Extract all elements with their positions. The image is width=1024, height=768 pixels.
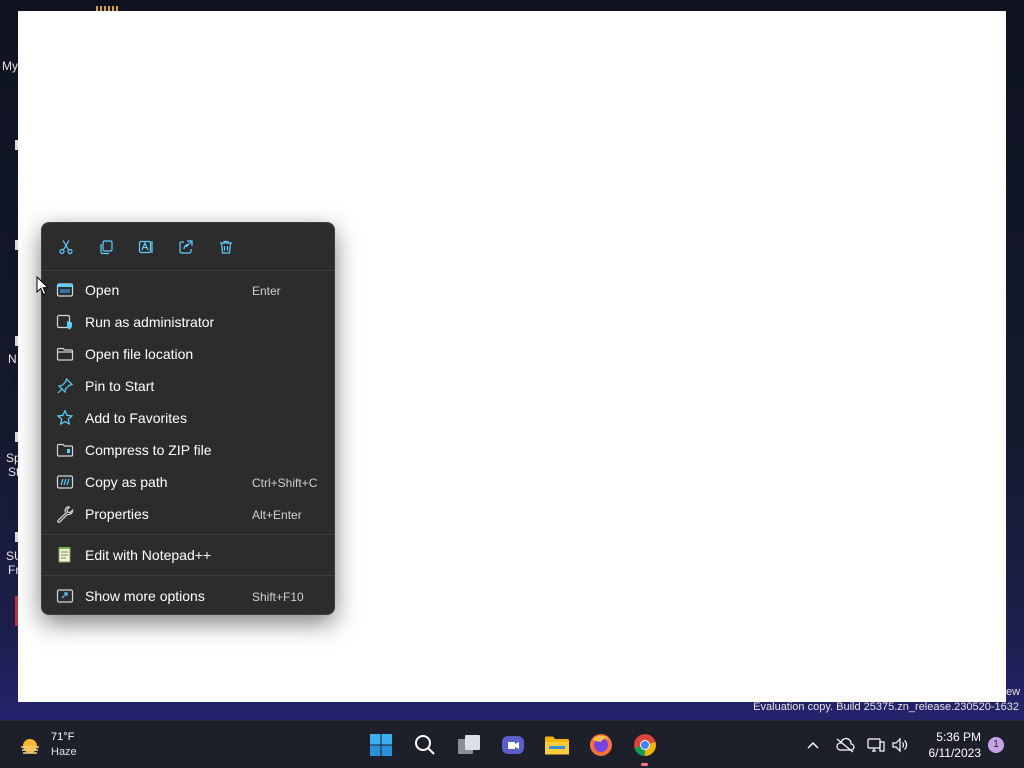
menu-item-open-file-location[interactable]: Open file location	[46, 339, 330, 369]
chevron-up-icon[interactable]	[803, 735, 823, 755]
network-icon[interactable]	[866, 735, 886, 755]
desktop-label-fragment: My	[2, 59, 18, 73]
mouse-cursor-icon	[36, 276, 50, 296]
menu-item-compress-to-zip[interactable]: Compress to ZIP file	[46, 435, 330, 465]
run-admin-icon	[56, 313, 74, 331]
menu-item-shortcut: Ctrl+Shift+C	[252, 476, 318, 490]
menu-item-run-as-administrator[interactable]: Run as administrator	[46, 307, 330, 337]
zip-icon	[56, 441, 74, 459]
menu-item-shortcut: Enter	[252, 284, 281, 298]
task-view-icon[interactable]	[455, 731, 483, 759]
menu-divider	[42, 270, 334, 271]
chrome-icon[interactable]	[631, 731, 659, 759]
onedrive-offline-icon[interactable]	[835, 735, 855, 755]
menu-item-show-more-options[interactable]: Show more options Shift+F10	[46, 581, 330, 611]
weather-temperature: 71°F	[51, 731, 75, 743]
file-explorer-icon[interactable]	[543, 731, 571, 759]
menu-item-label: Add to Favorites	[85, 410, 187, 426]
star-icon	[56, 409, 74, 427]
eval-fragment: ew	[1006, 686, 1021, 698]
delete-icon[interactable]	[212, 235, 240, 259]
menu-item-label: Open file location	[85, 346, 194, 362]
start-icon[interactable]	[367, 731, 395, 759]
notepadpp-icon	[56, 546, 74, 564]
menu-item-label: Show more options	[85, 588, 205, 604]
active-app-indicator	[641, 763, 648, 766]
clock[interactable]: 5:36 PM 6/11/2023	[929, 729, 982, 761]
menu-item-label: Run as administrator	[85, 314, 215, 330]
clock-time: 5:36 PM	[936, 730, 981, 744]
menu-item-copy-as-path[interactable]: Copy as path Ctrl+Shift+C	[46, 467, 330, 497]
haze-sun-icon	[21, 739, 39, 754]
menu-divider	[42, 575, 334, 576]
copy-path-icon	[56, 473, 74, 491]
wrench-icon	[56, 505, 74, 523]
menu-item-label: Pin to Start	[85, 378, 155, 394]
menu-item-pin-to-start[interactable]: Pin to Start	[46, 371, 330, 401]
folder-icon	[56, 345, 74, 363]
weather-condition: Haze	[51, 746, 77, 758]
volume-icon[interactable]	[890, 735, 910, 755]
menu-item-label: Edit with Notepad++	[85, 547, 212, 563]
menu-item-label: Copy as path	[85, 474, 168, 490]
context-menu: Open Enter Run as administrator Open fil…	[41, 222, 335, 615]
menu-item-label: Properties	[85, 506, 149, 522]
copy-icon[interactable]	[92, 235, 120, 259]
firefox-icon[interactable]	[587, 731, 615, 759]
menu-divider	[42, 534, 334, 535]
rename-icon[interactable]	[132, 235, 160, 259]
teams-icon[interactable]	[499, 731, 527, 759]
menu-item-properties[interactable]: Properties Alt+Enter	[46, 499, 330, 529]
share-icon[interactable]	[172, 235, 200, 259]
cut-icon[interactable]	[52, 235, 80, 259]
menu-item-shortcut: Shift+F10	[252, 590, 304, 604]
menu-item-label: Open	[85, 282, 120, 298]
menu-item-add-to-favorites[interactable]: Add to Favorites	[46, 403, 330, 433]
notification-badge[interactable]: 1	[988, 737, 1004, 753]
search-icon[interactable]	[411, 731, 439, 759]
pin-icon	[56, 377, 74, 395]
taskbar: 71°F Haze 5:36 PM 6/11/2023 1	[0, 720, 1024, 768]
menu-item-edit-with-notepadpp[interactable]: Edit with Notepad++	[46, 540, 330, 570]
open-icon	[56, 281, 74, 299]
weather-widget[interactable]: 71°F Haze	[18, 730, 88, 760]
evaluation-watermark: Evaluation copy. Build 25375.zn_release.…	[753, 701, 1019, 713]
clock-date: 6/11/2023	[928, 746, 982, 760]
menu-item-shortcut: Alt+Enter	[252, 508, 302, 522]
quick-actions-bar	[42, 223, 334, 271]
menu-item-label: Compress to ZIP file	[85, 442, 212, 458]
more-options-icon	[56, 587, 74, 605]
menu-item-open[interactable]: Open Enter	[46, 275, 330, 305]
desktop-label-fragment: N	[8, 352, 17, 366]
